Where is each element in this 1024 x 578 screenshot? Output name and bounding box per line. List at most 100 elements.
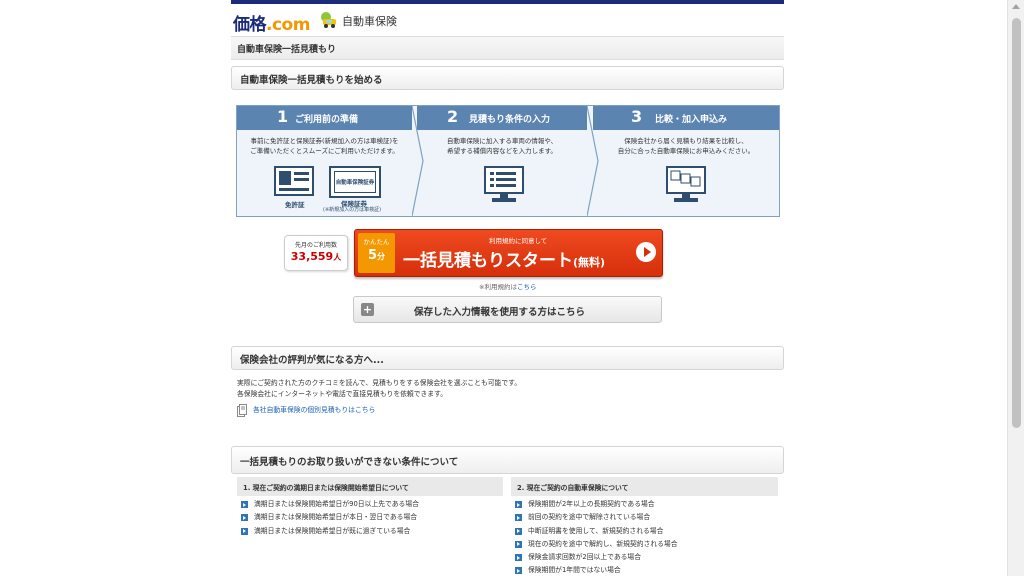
policy-caption-note: (※新規加入の方は車検証) [323,207,382,213]
start-quote-button[interactable]: かんたん 5分 利用規約に同意して 一括見積もりスタート(無料) [354,229,663,277]
conditions-left-header: 1. 現在ご契約の満期日または保険開始希望日について [237,477,503,496]
license-caption: 免許証 [285,201,305,209]
step-2-title: 見積もり条件の入力 [469,115,551,125]
easy-label: かんたん [363,238,390,246]
scrollbar-thumb[interactable] [1012,18,1021,428]
individual-quote-link-row: 各社自動車保険の個別見積もりはこちら [237,404,375,417]
terms-link[interactable]: こちら [517,283,537,291]
step-1-desc: 事前に免許証と保険証券(新規加入の方は車検証)を ご準備いただくとスムーズにご利… [250,137,399,155]
scroll-up-icon[interactable] [1012,4,1020,9]
conditions-right-header: 2. 現在ご契約の自動車保険について [511,477,778,496]
documents-icon [237,404,247,417]
list-item: 前回の契約を途中で解除されている場合 [515,511,678,524]
use-saved-info-button[interactable]: + 保存した入力情報を使用する方はこちら [353,296,662,323]
step-1-header: 1 ご利用前の準備 [237,106,412,130]
breadcrumb: 自動車保険一括見積もり [231,36,784,60]
terms-prefix: ※利用規約は [479,283,517,291]
users-label: 先月のご利用数 [294,242,337,249]
list-item: 満期日または保険開始希望日が90日以上先である場合 [241,498,419,511]
reviews-title: 保険会社の評判が気になる方へ... [240,355,384,366]
monitor-form-icon [484,166,524,202]
bullet-arrow-icon [241,501,248,508]
list-item-text: 保険金請求回数が2回以上である場合 [528,553,642,562]
license-icon [274,166,314,196]
car-insurance-icon [321,12,336,28]
use-saved-info-label: 保存した入力情報を使用する方はこちら [414,307,586,318]
step-3-desc: 保険会社から届く見積もり結果を比較し、 自分に合った自動車保険にお申込みください… [617,137,755,155]
list-item: 現在の契約を途中で解約し、新規契約される場合 [515,538,678,551]
step-2-number: 2 [447,107,459,126]
step-1-number: 1 [277,107,289,126]
logo-text: 価格 [233,15,267,35]
users-count: 33,559人 [285,250,347,263]
bullet-arrow-icon [515,567,522,575]
list-item: 保険金請求回数が2回以上である場合 [515,551,678,564]
minutes-label: 5分 [358,248,395,263]
list-item: 満期日または保険開始希望日が既に過ぎている場合 [241,525,419,538]
list-item-text: 満期日または保険開始希望日が既に過ぎている場合 [254,526,411,535]
agree-terms-label: 利用規約に同意して [489,237,548,245]
conditions-left-title: 1. 現在ご契約の満期日または保険開始希望日について [243,484,409,492]
five-minutes-badge: かんたん 5分 [358,233,395,273]
service-name[interactable]: 自動車保険 [342,13,397,29]
start-quote-label: 一括見積もりスタート(無料) [403,246,605,271]
reviews-text-1: 実際にご契約された方のクチコミを読んで、見積もりをする保険会社を選ぶことも可能で… [237,379,522,387]
monthly-users-badge: 先月のご利用数 33,559人 [284,235,348,271]
individual-quote-link[interactable]: 各社自動車保険の個別見積もりはこちら [253,406,375,414]
list-item-text: 保険期間が1年間ではない場合 [528,566,621,575]
bullet-arrow-icon [515,527,522,535]
bullet-arrow-icon [515,501,522,508]
list-item-text: 満期日または保険開始希望日が本日・翌日である場合 [254,513,418,522]
list-item-text: 中断証明書を使用して、新規契約される場合 [528,526,664,535]
conditions-right-title: 2. 現在ご契約の自動車保険について [517,484,629,492]
page-title: 自動車保険一括見積もり [237,45,337,55]
bullet-arrow-icon [241,527,248,535]
step-3: 3 比較・加入申込み 保険会社から届く見積もり結果を比較し、 自分に合った自動車… [593,106,779,216]
step-3-number: 3 [631,107,643,126]
step-1: 1 ご利用前の準備 事前に免許証と保険証券(新規加入の方は車検証)を ご準備いた… [237,106,412,216]
plus-icon: + [361,303,374,316]
list-item-text: 前回の契約を途中で解除されている場合 [528,513,651,522]
monitor-compare-icon [666,166,706,202]
reviews-section-header: 保険会社の評判が気になる方へ... [231,346,784,370]
conditions-right-list: 保険期間が2年以上の長期契約である場合 前回の契約を途中で解除されている場合 中… [515,498,678,578]
bullet-arrow-icon [241,514,248,522]
conditions-left-list: 満期日または保険開始希望日が90日以上先である場合 満期日または保険開始希望日が… [241,498,419,538]
conditions-section-header: 一括見積もりのお取り扱いができない条件について [231,446,784,474]
list-item-text: 保険期間が2年以上の長期契約である場合 [528,500,655,508]
page-content: 価格.com 自動車保険 自動車保険一括見積もり 自動車保険一括見積もりを始める… [231,4,784,575]
reviews-text-2: 各保険会社にインターネットや電話で直接見積もりを依頼できます。 [237,390,448,398]
bullet-arrow-icon [515,540,522,548]
policy-document-label: 自動車保険証券 [335,180,375,186]
list-item-text: 満期日または保険開始希望日が90日以上先である場合 [254,500,419,508]
bullet-arrow-icon [515,554,522,562]
site-header: 価格.com 自動車保険 [231,4,784,35]
terms-note: ※利用規約はこちら [479,281,536,291]
minutes-unit: 分 [377,252,386,261]
start-quote-text: 一括見積もりスタート [403,251,573,271]
list-item-text: 現在の契約を途中で解約し、新規契約される場合 [528,539,678,548]
bullet-arrow-icon [515,514,522,522]
list-item: 満期日または保険開始希望日が本日・翌日である場合 [241,511,419,524]
list-item: 保険期間が2年以上の長期契約である場合 [515,498,678,511]
list-item: 中断証明書を使用して、新規契約される場合 [515,525,678,538]
conditions-title: 一括見積もりのお取り扱いができない条件について [240,457,459,468]
step-2-desc: 自動車保険に加入する車両の情報や、 希望する補償内容などを入力します。 [446,137,558,155]
logo-domain: .com [266,15,310,35]
start-section-title: 自動車保険一括見積もりを始める [240,75,383,86]
users-count-value: 33,559 [290,250,334,263]
users-count-unit: 人 [333,253,342,262]
step-2-header: 2 見積もり条件の入力 [417,106,587,130]
steps-panel: 1 ご利用前の準備 事前に免許証と保険証券(新規加入の方は車検証)を ご準備いた… [236,105,780,217]
minutes-value: 5 [367,248,378,263]
vertical-scrollbar[interactable] [1007,0,1024,576]
start-section-header: 自動車保険一括見積もりを始める [231,66,784,90]
kakaku-logo[interactable]: 価格.com [233,10,310,35]
step-2: 2 見積もり条件の入力 自動車保険に加入する車両の情報や、 希望する補償内容など… [417,106,587,216]
step-3-title: 比較・加入申込み [655,115,728,125]
arrow-right-icon [636,242,656,262]
step-3-header: 3 比較・加入申込み [593,106,779,130]
free-label: (無料) [573,256,606,269]
policy-document-icon: 自動車保険証券 [329,166,381,198]
step-1-title: ご利用前の準備 [295,115,359,125]
